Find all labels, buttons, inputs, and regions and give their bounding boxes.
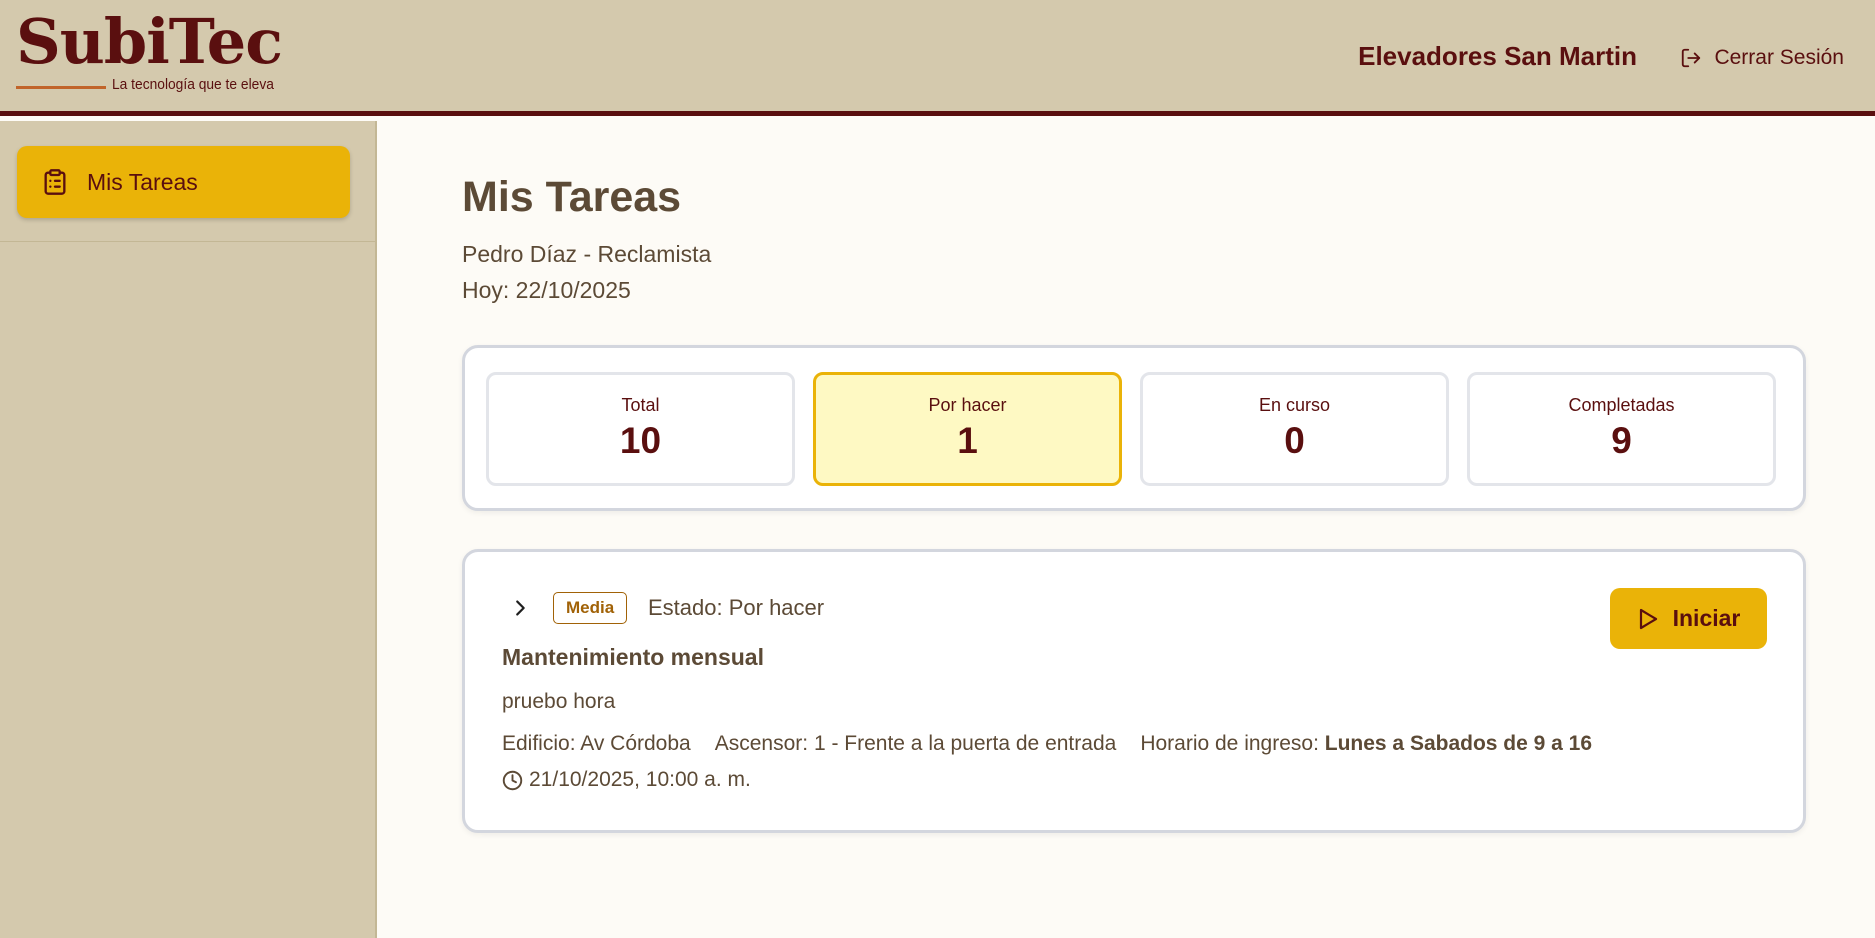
sidebar-item-mis-tareas[interactable]: Mis Tareas xyxy=(17,146,350,218)
task-title: Mantenimiento mensual xyxy=(502,644,764,670)
stat-total[interactable]: Total 10 xyxy=(486,372,795,486)
schedule-label: Horario de ingreso: xyxy=(1140,732,1319,755)
main-content: Mis Tareas Pedro Díaz - Reclamista Hoy: … xyxy=(379,121,1875,938)
clipboard-icon xyxy=(44,169,66,195)
clock-icon xyxy=(502,770,523,790)
play-icon xyxy=(1639,608,1657,629)
schedule-value: Lunes a Sabados de 9 a 16 xyxy=(1324,732,1593,755)
task-schedule: Horario de ingreso: Lunes a Sabados de 9… xyxy=(1140,732,1592,756)
stat-value: 0 xyxy=(1284,420,1305,461)
stat-value: 1 xyxy=(957,420,978,461)
page-title: Mis Tareas xyxy=(462,173,682,221)
start-label: Iniciar xyxy=(1672,605,1741,631)
task-elevator: Ascensor: 1 - Frente a la puerta de entr… xyxy=(714,732,1117,755)
brand-name: SubiTec xyxy=(16,5,283,78)
task-details: Edificio: Av Córdoba Ascensor: 1 - Frent… xyxy=(502,732,1592,756)
chevron-right-icon[interactable] xyxy=(509,597,531,619)
task-building: Edificio: Av Córdoba xyxy=(502,732,691,755)
logo-underline xyxy=(16,86,106,89)
task-datetime: 21/10/2025, 10:00 a. m. xyxy=(502,768,751,792)
company-name: Elevadores San Martin xyxy=(1358,41,1637,71)
today-date: Hoy: 22/10/2025 xyxy=(462,277,631,303)
stats-panel: Total 10 Por hacer 1 En curso 0 Completa… xyxy=(462,345,1806,511)
stat-label: En curso xyxy=(1258,395,1331,415)
stat-label: Total xyxy=(621,395,660,415)
stat-label: Completadas xyxy=(1568,395,1675,415)
stat-por-hacer[interactable]: Por hacer 1 xyxy=(813,372,1122,486)
logout-button[interactable]: Cerrar Sesión xyxy=(1680,44,1844,72)
logout-icon xyxy=(1682,48,1701,68)
task-card: Media Estado: Por hacer Mantenimiento me… xyxy=(462,549,1806,833)
brand-tagline: La tecnología que te eleva xyxy=(112,76,274,93)
stat-en-curso[interactable]: En curso 0 xyxy=(1140,372,1449,486)
stat-completadas[interactable]: Completadas 9 xyxy=(1467,372,1776,486)
app-header: SubiTec La tecnología que te eleva Eleva… xyxy=(0,0,1875,116)
priority-badge: Media xyxy=(553,592,628,624)
stat-value: 10 xyxy=(619,420,662,461)
datetime-text: 21/10/2025, 10:00 a. m. xyxy=(529,768,751,791)
stat-label: Por hacer xyxy=(928,395,1007,415)
brand-logo[interactable]: SubiTec La tecnología que te eleva xyxy=(16,5,283,98)
sidebar: Mis Tareas xyxy=(0,121,377,938)
sidebar-item-label: Mis Tareas xyxy=(87,168,198,195)
sidebar-divider xyxy=(0,241,375,242)
stat-value: 9 xyxy=(1611,420,1632,461)
start-task-button[interactable]: Iniciar xyxy=(1610,588,1767,649)
user-role: Pedro Díaz - Reclamista xyxy=(462,241,712,267)
task-description: pruebo hora xyxy=(502,690,616,713)
logout-label: Cerrar Sesión xyxy=(1714,46,1844,69)
task-status: Estado: Por hacer xyxy=(648,595,825,620)
